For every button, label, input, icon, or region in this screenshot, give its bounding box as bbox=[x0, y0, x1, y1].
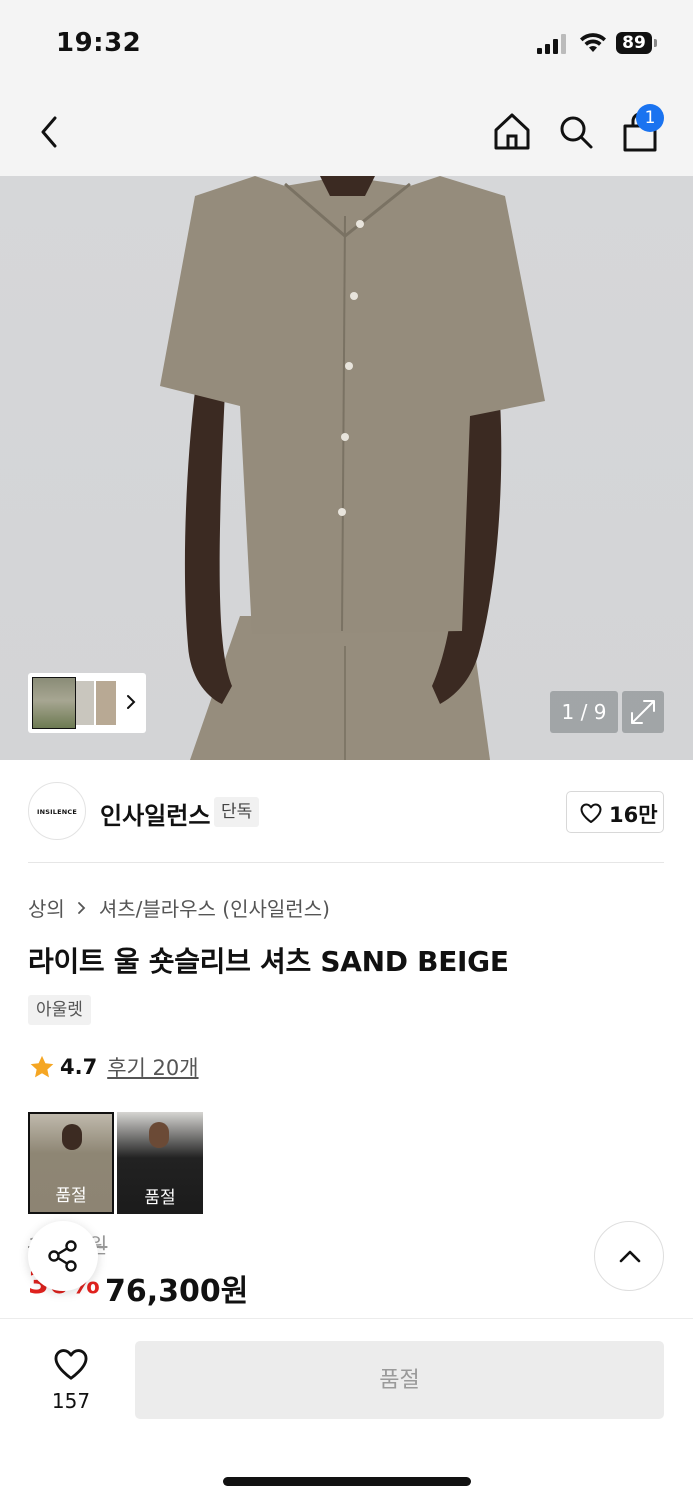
wishlist-count: 157 bbox=[51, 1389, 91, 1413]
home-indicator bbox=[223, 1477, 471, 1486]
chevron-up-icon bbox=[619, 1250, 641, 1263]
back-icon bbox=[41, 116, 57, 148]
chevron-right-icon bbox=[77, 901, 86, 914]
gallery-thumbnail bbox=[32, 677, 76, 729]
product-image-gallery[interactable]: 1 / 9 bbox=[0, 176, 693, 760]
product-title: 라이트 울 숏슬리브 셔츠 SAND BEIGE bbox=[28, 945, 509, 978]
breadcrumb-item-top[interactable]: 상의 bbox=[28, 893, 65, 922]
star-icon bbox=[30, 1055, 54, 1078]
brand-logo[interactable]: INSILENCE bbox=[28, 782, 86, 840]
status-time: 19:32 bbox=[56, 28, 142, 58]
breadcrumb-item-category[interactable]: 셔츠/블라우스 (인사일런스) bbox=[99, 893, 330, 922]
divider bbox=[28, 862, 664, 863]
wifi-icon bbox=[580, 33, 606, 52]
battery-indicator: 89 bbox=[616, 32, 652, 54]
rating-score: 4.7 bbox=[60, 1055, 98, 1079]
battery-tip bbox=[654, 39, 657, 47]
status-bar: 19:32 89 bbox=[0, 0, 693, 88]
share-button[interactable] bbox=[28, 1221, 98, 1291]
reviews-link[interactable]: 후기 20개 bbox=[107, 1052, 198, 1082]
brand-like-count: 16만 bbox=[609, 803, 658, 827]
expand-icon bbox=[631, 700, 655, 724]
share-icon bbox=[48, 1240, 77, 1272]
scroll-to-top-button[interactable] bbox=[594, 1221, 664, 1291]
image-counter: 1 / 9 bbox=[550, 691, 618, 733]
gallery-thumbnail bbox=[76, 681, 94, 725]
model-head bbox=[149, 1122, 169, 1148]
cart-count-badge: 1 bbox=[636, 104, 664, 132]
sale-price: 76,300원 bbox=[105, 1274, 249, 1309]
model-head bbox=[62, 1124, 82, 1150]
thumbnail-strip-button[interactable] bbox=[28, 673, 146, 733]
cellular-signal-icon bbox=[537, 34, 567, 54]
back-button[interactable] bbox=[28, 104, 76, 160]
search-icon bbox=[560, 116, 593, 149]
sold-out-label: 품절 bbox=[144, 1188, 176, 1208]
sold-out-label: 품절 bbox=[55, 1186, 87, 1206]
home-button[interactable] bbox=[488, 104, 536, 160]
gallery-thumbnail bbox=[96, 681, 116, 725]
outlet-badge: 아울렛 bbox=[28, 995, 91, 1025]
heart-icon bbox=[580, 803, 602, 823]
color-option-black[interactable]: 품절 bbox=[117, 1112, 203, 1214]
home-icon bbox=[494, 113, 530, 150]
breadcrumb: 상의 셔츠/블라우스 (인사일런스) bbox=[28, 893, 330, 922]
color-option-sand-beige[interactable]: 품절 bbox=[28, 1112, 114, 1214]
bottom-action-bar: 157 품절 bbox=[0, 1318, 693, 1500]
expand-button[interactable] bbox=[622, 691, 664, 733]
brand-like-button[interactable]: 16만 bbox=[566, 791, 664, 833]
brand-name[interactable]: 인사일런스 bbox=[100, 796, 210, 831]
heart-icon bbox=[54, 1349, 88, 1380]
rating-summary: 4.7 후기 20개 bbox=[28, 1052, 199, 1082]
wishlist-button[interactable]: 157 bbox=[36, 1345, 106, 1425]
exclusive-badge: 단독 bbox=[214, 797, 260, 827]
buy-button-sold-out[interactable]: 품절 bbox=[135, 1341, 664, 1419]
search-button[interactable] bbox=[552, 104, 600, 160]
chevron-right-icon bbox=[127, 695, 136, 709]
top-navigation bbox=[0, 88, 693, 176]
